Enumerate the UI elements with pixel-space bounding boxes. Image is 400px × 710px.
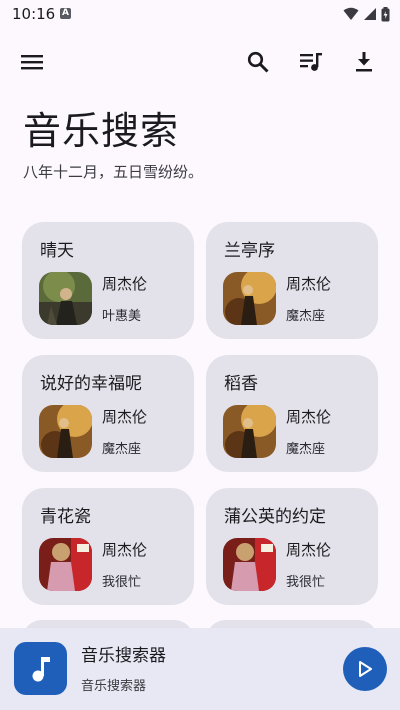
menu-button[interactable] — [16, 46, 48, 78]
mini-player[interactable]: 音乐搜索器 音乐搜索器 — [0, 628, 400, 710]
song-singer: 周杰伦 — [102, 408, 148, 426]
download-button[interactable] — [348, 46, 380, 78]
song-title: 蒲公英的约定 — [224, 507, 326, 527]
album-art — [39, 538, 92, 591]
song-singer: 周杰伦 — [286, 275, 332, 293]
status-bar: 10:16 A — [0, 0, 400, 28]
song-singer: 周杰伦 — [102, 275, 148, 293]
cellular-icon — [364, 8, 376, 20]
song-title: 兰亭序 — [224, 241, 275, 261]
page-title: 音乐搜索 — [23, 109, 180, 153]
player-subtitle: 音乐搜索器 — [81, 679, 147, 694]
song-card[interactable]: 稻香 周杰伦 魔杰座 — [206, 355, 378, 472]
album-art — [223, 538, 276, 591]
search-button[interactable] — [242, 46, 274, 78]
song-title: 晴天 — [40, 241, 74, 261]
top-app-bar — [0, 44, 400, 80]
status-icons — [343, 6, 390, 22]
album-art — [223, 272, 276, 325]
queue-music-icon — [300, 53, 322, 71]
song-album: 我很忙 — [102, 575, 142, 590]
song-title: 稻香 — [224, 374, 258, 394]
song-singer: 周杰伦 — [286, 541, 332, 559]
music-note-icon — [32, 656, 50, 681]
download-icon — [356, 52, 372, 72]
search-icon — [247, 51, 269, 73]
song-album: 叶惠美 — [102, 309, 142, 324]
album-art — [39, 272, 92, 325]
wifi-icon — [343, 7, 359, 20]
album-art — [39, 405, 92, 458]
page-subtitle: 八年十二月，五日雪纷纷。 — [23, 163, 204, 181]
song-singer: 周杰伦 — [286, 408, 332, 426]
song-singer: 周杰伦 — [102, 541, 148, 559]
song-card[interactable]: 兰亭序 周杰伦 魔杰座 — [206, 222, 378, 339]
song-card[interactable]: 晴天 周杰伦 叶惠美 — [22, 222, 194, 339]
queue-button[interactable] — [296, 46, 328, 78]
album-art — [223, 405, 276, 458]
song-album: 我很忙 — [286, 575, 326, 590]
player-title: 音乐搜索器 — [81, 646, 166, 666]
status-time: 10:16 — [12, 5, 56, 23]
song-card[interactable]: 青花瓷 周杰伦 我很忙 — [22, 488, 194, 605]
song-card[interactable]: 说好的幸福呢 周杰伦 魔杰座 — [22, 355, 194, 472]
battery-icon — [381, 6, 390, 21]
song-card[interactable]: 蒲公英的约定 周杰伦 我很忙 — [206, 488, 378, 605]
menu-icon — [21, 55, 43, 70]
song-album: 魔杰座 — [286, 309, 326, 324]
song-title: 说好的幸福呢 — [40, 374, 142, 394]
play-icon — [359, 661, 372, 677]
player-artwork — [14, 642, 67, 695]
notification-icon: A — [60, 8, 71, 19]
play-button[interactable] — [343, 647, 387, 691]
song-album: 魔杰座 — [286, 442, 326, 457]
song-title: 青花瓷 — [40, 507, 91, 527]
song-album: 魔杰座 — [102, 442, 142, 457]
